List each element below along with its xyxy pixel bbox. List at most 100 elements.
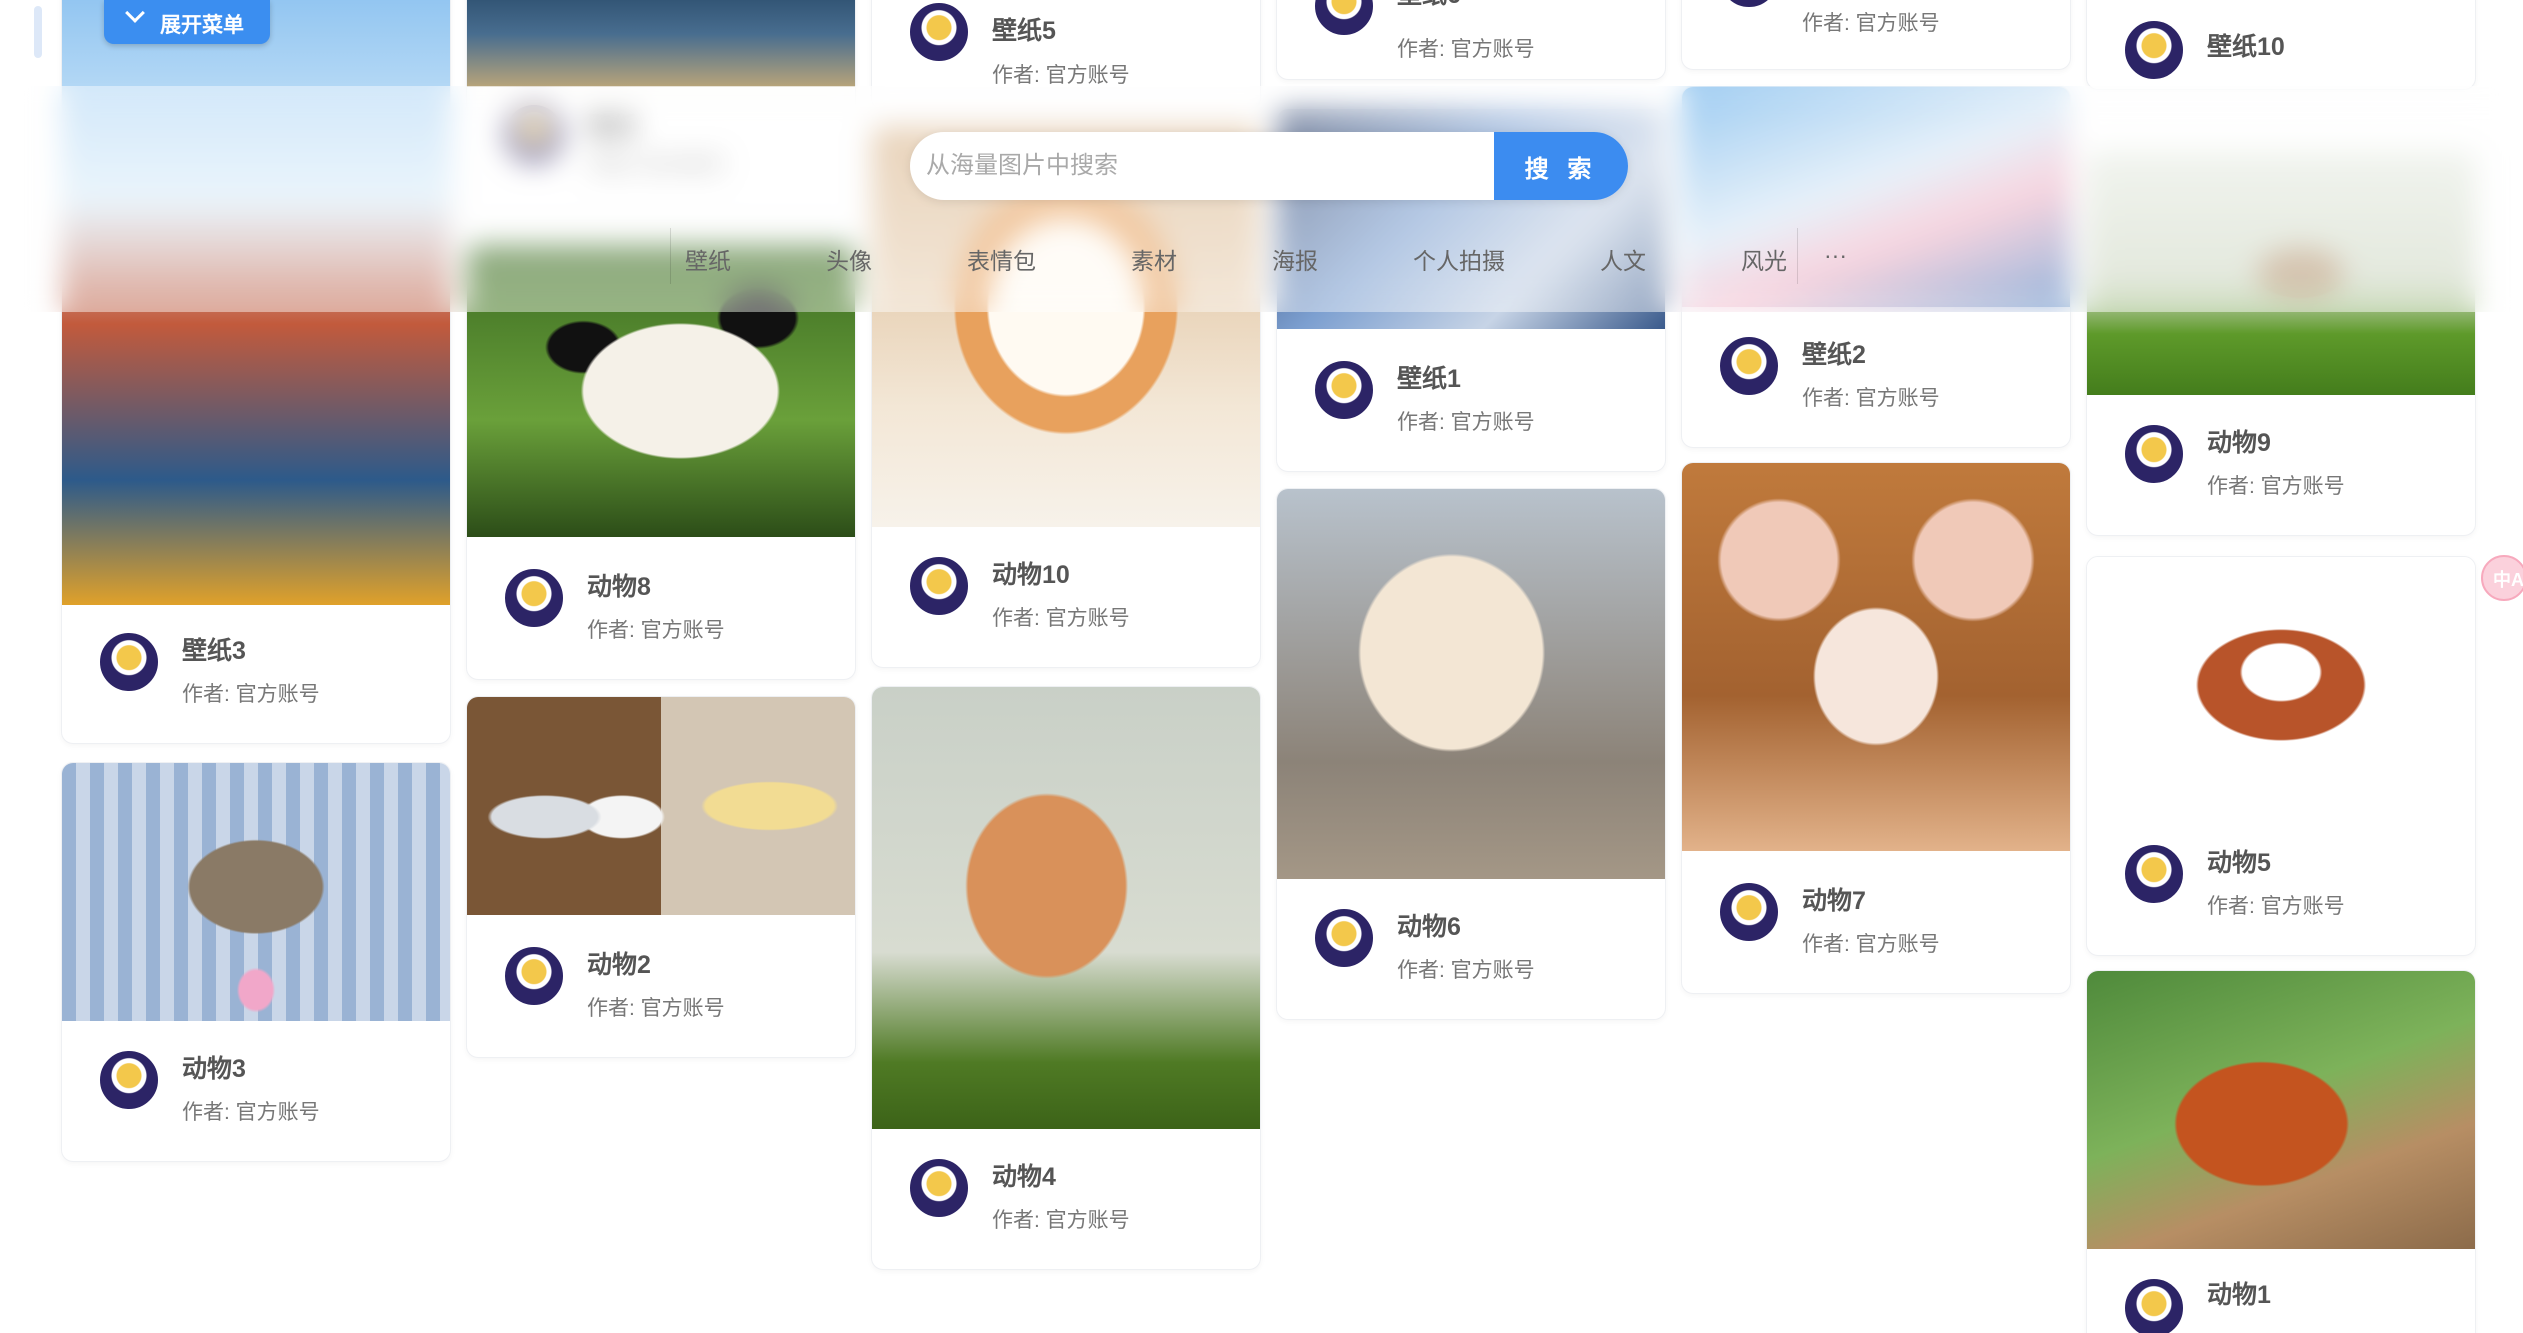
expand-menu-button[interactable]: 展开菜单 — [104, 0, 270, 44]
author-avatar[interactable] — [505, 947, 563, 1005]
author-avatar[interactable] — [1315, 0, 1373, 35]
card-info: 作者: 官方账号 — [1682, 0, 2070, 69]
author-avatar[interactable] — [1720, 0, 1778, 7]
image-card[interactable]: 动物2 作者: 官方账号 — [466, 696, 856, 1058]
image-card[interactable]: 壁纸10 — [2086, 0, 2476, 90]
card-author: 作者: 官方账号 — [992, 1209, 1130, 1232]
card-author: 作者: 官方账号 — [182, 1101, 320, 1124]
card-image[interactable] — [2087, 971, 2475, 1249]
search-bar: 搜 索 — [910, 132, 1628, 200]
card-info: 壁纸2 作者: 官方账号 — [1682, 303, 2070, 447]
nav-item-materials[interactable]: 素材 — [1131, 242, 1177, 276]
card-info: 壁纸10 — [2087, 0, 2475, 89]
card-author: 作者: 官方账号 — [1397, 411, 1535, 434]
card-title[interactable]: 动物10 — [992, 555, 1070, 591]
card-image[interactable] — [62, 763, 450, 1021]
image-card[interactable]: 作者: 官方账号 — [1681, 0, 2071, 70]
card-info: 动物10 作者: 官方账号 — [872, 523, 1260, 667]
author-avatar[interactable] — [1720, 883, 1778, 941]
card-info: 动物1 — [2087, 1247, 2475, 1333]
author-avatar[interactable] — [1315, 909, 1373, 967]
card-title[interactable]: 壁纸2 — [1802, 335, 1866, 371]
card-title[interactable]: 壁纸1 — [1397, 359, 1461, 395]
card-info: 动物5 作者: 官方账号 — [2087, 811, 2475, 955]
card-info: 动物3 作者: 官方账号 — [62, 1017, 450, 1161]
nav-item-avatar[interactable]: 头像 — [826, 242, 872, 276]
card-author: 作者: 官方账号 — [1802, 387, 1940, 410]
card-title[interactable]: 动物9 — [2207, 423, 2271, 459]
author-avatar[interactable] — [1315, 361, 1373, 419]
author-avatar[interactable] — [2125, 425, 2183, 483]
card-image[interactable] — [872, 687, 1260, 1129]
card-author: 作者: 官方账号 — [1397, 959, 1535, 982]
card-author: 作者: 官方账号 — [992, 64, 1130, 87]
search-input[interactable] — [910, 132, 1494, 200]
author-avatar[interactable] — [100, 633, 158, 691]
sidebar-handle[interactable] — [34, 6, 42, 58]
card-image[interactable] — [1682, 463, 2070, 851]
card-info: 动物6 作者: 官方账号 — [1277, 875, 1665, 1019]
card-author: 作者: 官方账号 — [587, 619, 725, 642]
image-card[interactable]: 动物7 作者: 官方账号 — [1681, 462, 2071, 994]
card-info: 壁纸6 作者: 官方账号 — [1277, 0, 1665, 79]
image-card[interactable]: 动物6 作者: 官方账号 — [1276, 488, 1666, 1020]
card-title[interactable]: 动物2 — [587, 945, 651, 981]
nav-item-personal-photos[interactable]: 个人拍摄 — [1413, 242, 1505, 276]
card-image[interactable] — [2087, 557, 2475, 813]
author-avatar[interactable] — [1720, 337, 1778, 395]
card-author: 作者: 官方账号 — [1802, 933, 1940, 956]
card-title[interactable]: 壁纸10 — [2207, 27, 2285, 63]
card-author: 作者: 官方账号 — [182, 683, 320, 706]
author-avatar[interactable] — [910, 557, 968, 615]
card-author: 作者: 官方账号 — [587, 997, 725, 1020]
card-title[interactable]: 动物4 — [992, 1157, 1056, 1193]
image-card[interactable]: 动物4 作者: 官方账号 — [871, 686, 1261, 1270]
card-info: 动物4 作者: 官方账号 — [872, 1125, 1260, 1269]
gallery-page: 壁纸3 作者: 官方账号 动物3 作者: 官方账号 壁纸 作者: 官方账号 动物… — [0, 0, 2523, 1333]
card-author: 作者: 官方账号 — [2207, 475, 2345, 498]
card-author: 作者: 官方账号 — [992, 607, 1130, 630]
card-title[interactable]: 壁纸5 — [992, 11, 1056, 47]
card-title[interactable]: 动物3 — [182, 1049, 246, 1085]
author-avatar[interactable] — [505, 569, 563, 627]
card-title[interactable]: 壁纸6 — [1397, 0, 1461, 11]
image-card[interactable]: 动物3 作者: 官方账号 — [61, 762, 451, 1162]
author-avatar[interactable] — [100, 1051, 158, 1109]
card-info: 动物9 作者: 官方账号 — [2087, 391, 2475, 535]
card-info: 动物2 作者: 官方账号 — [467, 913, 855, 1057]
chevron-down-icon — [125, 3, 145, 23]
card-title[interactable]: 壁纸3 — [182, 631, 246, 667]
nav-item-humanities[interactable]: 人文 — [1600, 242, 1646, 276]
card-title[interactable]: 动物1 — [2207, 1275, 2271, 1311]
card-image[interactable] — [1277, 489, 1665, 879]
card-info: 壁纸1 作者: 官方账号 — [1277, 327, 1665, 471]
card-author: 作者: 官方账号 — [2207, 895, 2345, 918]
card-author: 作者: 官方账号 — [1397, 38, 1535, 61]
nav-item-stickers[interactable]: 表情包 — [967, 242, 1036, 276]
card-author: 作者: 官方账号 — [1802, 12, 1940, 35]
author-avatar[interactable] — [2125, 1279, 2183, 1333]
image-card[interactable]: 动物1 — [2086, 970, 2476, 1333]
card-info: 动物7 作者: 官方账号 — [1682, 849, 2070, 993]
card-title[interactable]: 动物8 — [587, 567, 651, 603]
author-avatar[interactable] — [910, 1159, 968, 1217]
card-image[interactable] — [467, 0, 855, 87]
image-card[interactable]: 壁纸6 作者: 官方账号 — [1276, 0, 1666, 80]
author-avatar[interactable] — [2125, 845, 2183, 903]
author-avatar[interactable] — [2125, 21, 2183, 79]
nav-item-scenery[interactable]: 风光 — [1741, 242, 1787, 276]
card-title[interactable]: 动物6 — [1397, 907, 1461, 943]
search-header: 搜 索 壁纸 头像 表情包 素材 海报 个人拍摄 人文 风光 ··· — [0, 86, 2523, 312]
nav-item-wallpaper[interactable]: 壁纸 — [685, 242, 731, 276]
card-title[interactable]: 动物7 — [1802, 881, 1866, 917]
author-avatar[interactable] — [910, 3, 968, 61]
image-card[interactable]: 动物5 作者: 官方账号 — [2086, 556, 2476, 956]
nav-more-button[interactable]: ··· — [1824, 242, 1847, 269]
card-image[interactable] — [467, 697, 855, 915]
category-nav: 壁纸 头像 表情包 素材 海报 个人拍摄 人文 风光 — [670, 228, 1798, 284]
card-info: 壁纸3 作者: 官方账号 — [62, 599, 450, 743]
card-title[interactable]: 动物5 — [2207, 843, 2271, 879]
nav-item-posters[interactable]: 海报 — [1272, 242, 1318, 276]
search-button[interactable]: 搜 索 — [1494, 132, 1628, 200]
translate-float-button[interactable]: 中A — [2481, 555, 2523, 601]
